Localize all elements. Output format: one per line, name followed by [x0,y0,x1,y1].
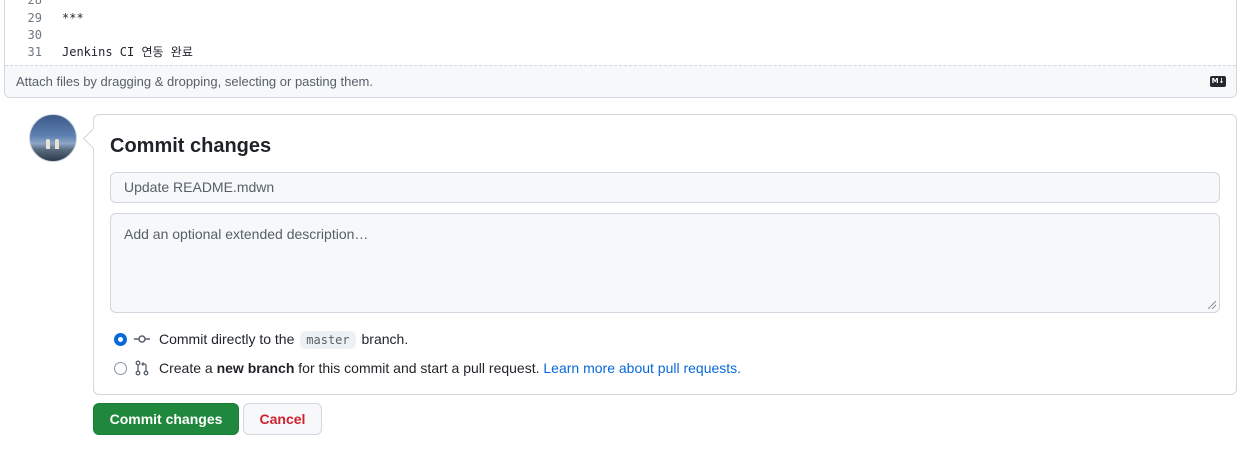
commit-summary-input[interactable]: Update README.mdwn [110,172,1220,203]
learn-more-link[interactable]: Learn more about pull requests. [543,360,741,376]
new-branch-label: Create a new branch for this commit and … [159,358,741,378]
commit-direct-label: Commit directly to the master branch. [159,329,408,350]
new-branch-radio[interactable] [114,362,127,375]
line-number: 31 [27,45,42,59]
attach-files-bar[interactable]: Attach files by dragging & dropping, sel… [5,65,1236,97]
file-editor[interactable]: 28 29 *** 30 31 Jenkins CI 연동 완료 Attach … [4,0,1237,98]
resize-handle[interactable] [1208,301,1216,309]
markdown-icon[interactable]: M↓ [1210,76,1226,87]
line-number: 29 [27,11,42,25]
line-text[interactable]: Jenkins CI 연동 완료 [62,43,193,61]
code-line: 31 Jenkins CI 연동 완료 [5,43,1236,61]
line-text[interactable]: *** [62,9,84,27]
attach-files-text: Attach files by dragging & dropping, sel… [16,74,373,89]
new-branch-suffix: for this commit and start a pull request… [298,360,540,376]
commit-changes-button[interactable]: Commit changes [93,403,239,435]
git-pull-request-icon [135,360,149,376]
code-line: 30 [5,26,1236,44]
branch-name-pill: master [300,331,356,349]
commit-direct-suffix: branch. [361,331,409,347]
avatar-figure [55,139,59,149]
line-number: 28 [27,0,42,7]
new-branch-bold: new branch [216,360,295,376]
commit-heading: Commit changes [110,135,272,157]
avatar-figure [46,139,50,149]
commit-direct-prefix: Commit directly to the [159,331,295,347]
commit-description-input[interactable]: Add an optional extended description… [110,213,1220,313]
description-placeholder: Add an optional extended description… [124,226,369,242]
line-number: 30 [27,28,42,42]
cancel-button[interactable]: Cancel [243,403,322,435]
commit-direct-radio[interactable] [114,333,127,346]
new-branch-prefix: Create a [159,360,213,376]
commit-form: Commit changes Update README.mdwn Add an… [93,114,1237,395]
code-line: 29 *** [5,9,1236,27]
git-commit-icon [134,335,150,343]
avatar [29,114,77,162]
code-line: 28 [5,0,1236,9]
